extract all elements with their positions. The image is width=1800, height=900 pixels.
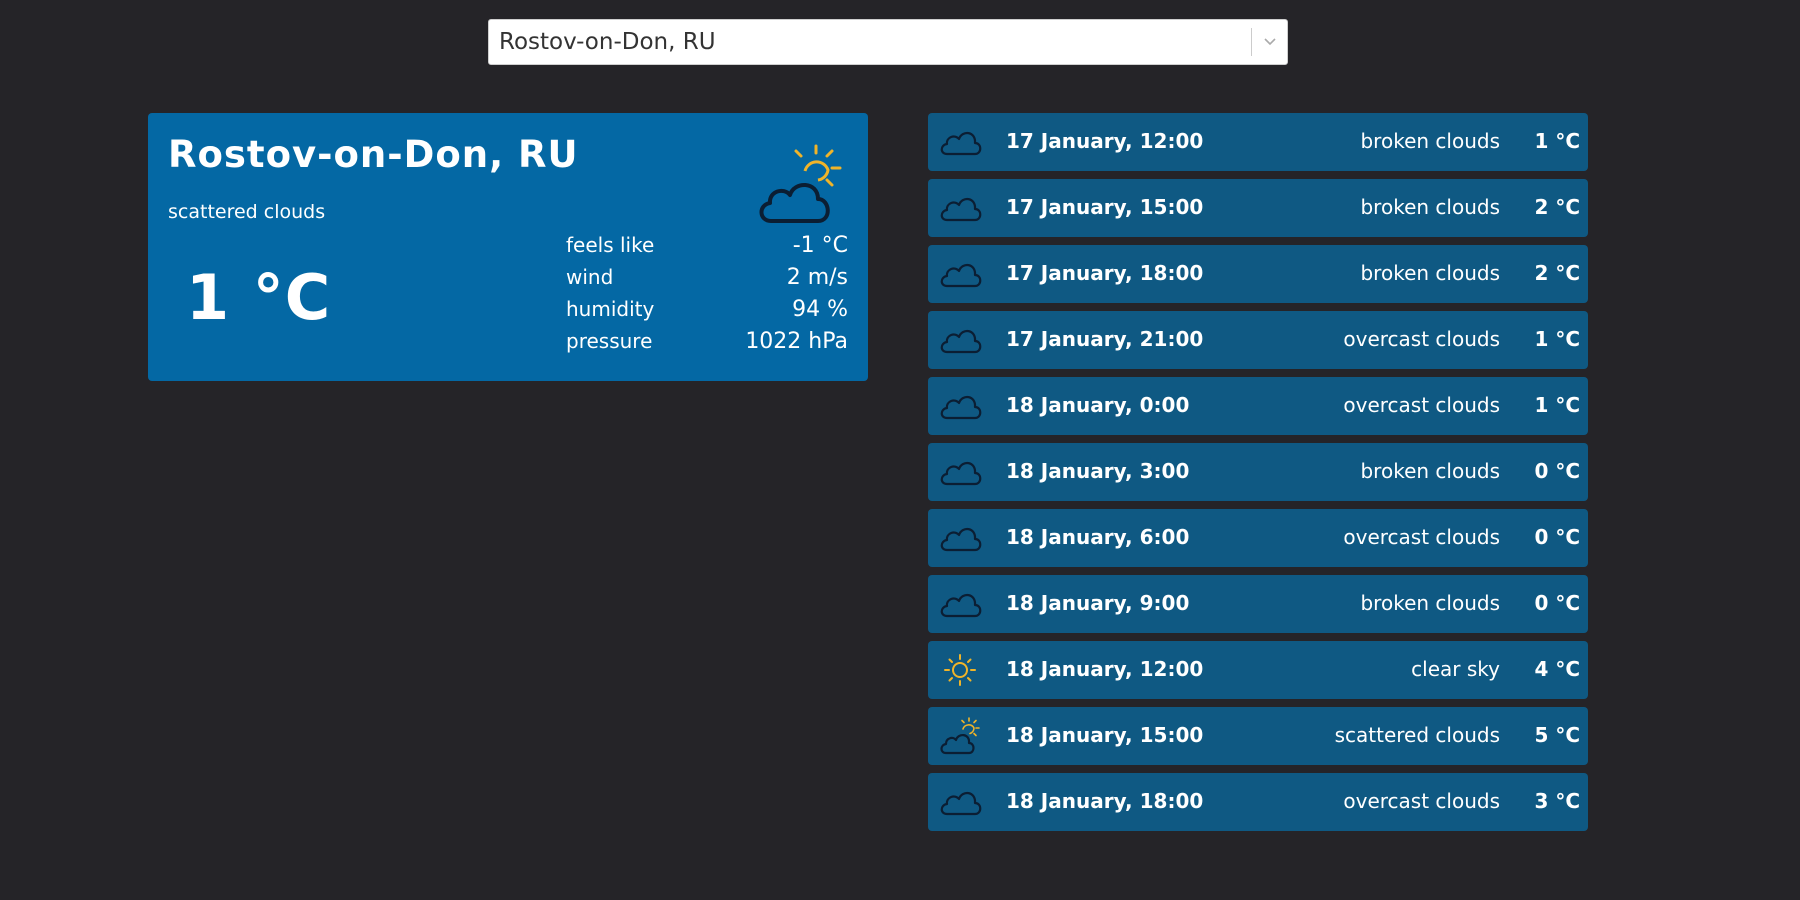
forecast-time: 17 January, 15:00 xyxy=(1006,195,1204,219)
forecast-temperature: 1 °C xyxy=(1534,327,1580,351)
forecast-row[interactable]: 18 January, 0:00 overcast clouds 1 °C xyxy=(928,377,1588,435)
forecast-temperature: 0 °C xyxy=(1534,525,1580,549)
forecast-description: scattered clouds xyxy=(1334,723,1500,747)
detail-value: -1 °C xyxy=(792,233,848,258)
cloud-icon xyxy=(938,122,982,162)
detail-label: humidity xyxy=(566,297,655,321)
detail-label: wind xyxy=(566,265,614,289)
detail-label: pressure xyxy=(566,329,653,353)
forecast-temperature: 5 °C xyxy=(1534,723,1580,747)
forecast-temperature: 3 °C xyxy=(1534,789,1580,813)
forecast-temperature: 1 °C xyxy=(1534,129,1580,153)
partly-cloudy-icon xyxy=(938,716,982,756)
cloud-icon xyxy=(938,584,982,624)
forecast-time: 17 January, 21:00 xyxy=(1006,327,1204,351)
forecast-description: broken clouds xyxy=(1360,459,1500,483)
forecast-row[interactable]: 18 January, 6:00 overcast clouds 0 °C xyxy=(928,509,1588,567)
forecast-row[interactable]: 17 January, 12:00 broken clouds 1 °C xyxy=(928,113,1588,171)
weather-description: scattered clouds xyxy=(168,201,326,223)
forecast-description: clear sky xyxy=(1411,657,1500,681)
forecast-time: 18 January, 9:00 xyxy=(1006,591,1190,615)
forecast-row[interactable]: 17 January, 15:00 broken clouds 2 °C xyxy=(928,179,1588,237)
forecast-row[interactable]: 18 January, 18:00 overcast clouds 3 °C xyxy=(928,773,1588,831)
forecast-row[interactable]: 18 January, 3:00 broken clouds 0 °C xyxy=(928,443,1588,501)
city-name: Rostov-on-Don, RU xyxy=(168,133,579,176)
forecast-temperature: 2 °C xyxy=(1534,195,1580,219)
city-search-input[interactable] xyxy=(489,20,1239,64)
forecast-description: broken clouds xyxy=(1360,261,1500,285)
forecast-row[interactable]: 17 January, 21:00 overcast clouds 1 °C xyxy=(928,311,1588,369)
forecast-row[interactable]: 18 January, 15:00 scattered clouds 5 °C xyxy=(928,707,1588,765)
forecast-temperature: 2 °C xyxy=(1534,261,1580,285)
weather-details: feels like -1 °C wind 2 m/s humidity 94 … xyxy=(566,233,848,361)
city-select[interactable] xyxy=(488,19,1288,65)
forecast-description: broken clouds xyxy=(1360,195,1500,219)
forecast-time: 18 January, 0:00 xyxy=(1006,393,1190,417)
cloud-icon xyxy=(938,188,982,228)
detail-pressure: pressure 1022 hPa xyxy=(566,329,848,361)
forecast-row[interactable]: 17 January, 18:00 broken clouds 2 °C xyxy=(928,245,1588,303)
forecast-time: 18 January, 12:00 xyxy=(1006,657,1204,681)
forecast-temperature: 4 °C xyxy=(1534,657,1580,681)
forecast-description: overcast clouds xyxy=(1343,525,1500,549)
cloud-icon xyxy=(938,782,982,822)
detail-wind: wind 2 m/s xyxy=(566,265,848,297)
sun-icon xyxy=(938,650,982,690)
partly-cloudy-icon xyxy=(756,143,848,225)
forecast-description: broken clouds xyxy=(1360,591,1500,615)
cloud-icon xyxy=(938,518,982,558)
forecast-temperature: 0 °C xyxy=(1534,591,1580,615)
current-weather-card: Rostov-on-Don, RU scattered clouds 1 °C … xyxy=(148,113,868,381)
cloud-icon xyxy=(938,254,982,294)
cloud-icon xyxy=(938,452,982,492)
forecast-time: 18 January, 15:00 xyxy=(1006,723,1204,747)
forecast-temperature: 1 °C xyxy=(1534,393,1580,417)
forecast-time: 18 January, 3:00 xyxy=(1006,459,1190,483)
forecast-description: broken clouds xyxy=(1360,129,1500,153)
forecast-row[interactable]: 18 January, 12:00 clear sky 4 °C xyxy=(928,641,1588,699)
cloud-icon xyxy=(938,320,982,360)
forecast-description: overcast clouds xyxy=(1343,789,1500,813)
detail-feels-like: feels like -1 °C xyxy=(566,233,848,265)
detail-value: 2 m/s xyxy=(786,265,848,290)
forecast-description: overcast clouds xyxy=(1343,327,1500,351)
cloud-icon xyxy=(938,386,982,426)
forecast-time: 17 January, 12:00 xyxy=(1006,129,1204,153)
select-separator xyxy=(1251,28,1252,56)
detail-value: 1022 hPa xyxy=(745,329,848,354)
forecast-temperature: 0 °C xyxy=(1534,459,1580,483)
forecast-time: 17 January, 18:00 xyxy=(1006,261,1204,285)
current-temperature: 1 °C xyxy=(186,261,332,334)
detail-value: 94 % xyxy=(792,297,848,322)
forecast-time: 18 January, 6:00 xyxy=(1006,525,1190,549)
chevron-down-icon[interactable] xyxy=(1261,34,1279,50)
detail-label: feels like xyxy=(566,233,655,257)
forecast-description: overcast clouds xyxy=(1343,393,1500,417)
forecast-list: 17 January, 12:00 broken clouds 1 °C 17 … xyxy=(928,113,1588,839)
forecast-time: 18 January, 18:00 xyxy=(1006,789,1204,813)
forecast-row[interactable]: 18 January, 9:00 broken clouds 0 °C xyxy=(928,575,1588,633)
detail-humidity: humidity 94 % xyxy=(566,297,848,329)
